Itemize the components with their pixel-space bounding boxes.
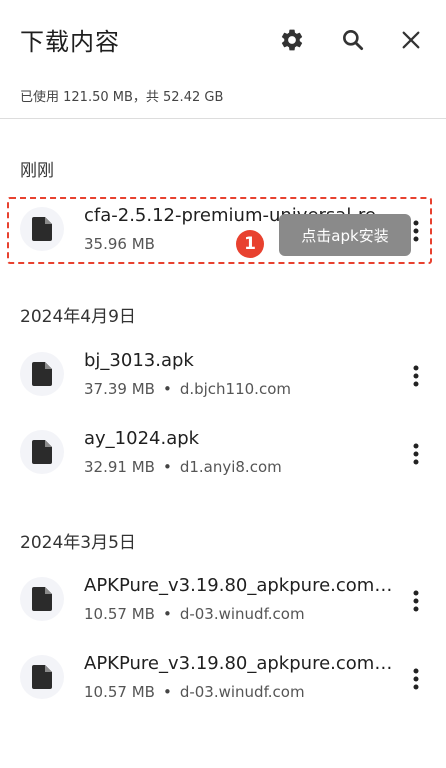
file-name: ay_1024.apk xyxy=(84,428,200,449)
file-size: 37.39 MB xyxy=(84,380,155,398)
section-label-date: 2024年4月9日 xyxy=(20,307,136,327)
file-meta: 37.39 MB • d.bjch110.com xyxy=(84,380,291,398)
file-icon xyxy=(20,430,64,474)
close-icon[interactable] xyxy=(395,24,427,56)
file-name: bj_3013.apk xyxy=(84,350,194,371)
section-label-date: 2024年3月5日 xyxy=(20,533,136,553)
search-icon[interactable] xyxy=(337,24,369,56)
separator-dot: • xyxy=(162,458,172,476)
page-title: 下载内容 xyxy=(20,28,120,56)
file-icon xyxy=(20,655,64,699)
file-meta: 10.57 MB • d-03.winudf.com xyxy=(84,605,305,623)
more-vert-icon[interactable] xyxy=(400,661,432,697)
file-meta: 32.91 MB • d1.anyi8.com xyxy=(84,458,282,476)
separator-dot: • xyxy=(162,605,172,623)
top-app-bar: 下载内容 xyxy=(0,0,446,80)
file-source: d-03.winudf.com xyxy=(179,605,305,623)
tooltip: 点击apk安装 xyxy=(279,214,411,256)
file-size: 32.91 MB xyxy=(84,458,155,476)
more-vert-icon[interactable] xyxy=(400,358,432,394)
file-size: 10.57 MB xyxy=(84,605,155,623)
file-icon xyxy=(20,352,64,396)
separator-dot: • xyxy=(162,683,172,701)
more-vert-icon[interactable] xyxy=(400,436,432,472)
file-icon xyxy=(20,577,64,621)
section-label-just-now: 刚刚 xyxy=(20,161,54,181)
file-name: APKPure_v3.19.80_apkpure.com.apk xyxy=(84,653,394,674)
download-item[interactable]: bj_3013.apk 37.39 MB • d.bjch110.com xyxy=(0,340,446,418)
download-item[interactable]: ay_1024.apk 32.91 MB • d1.anyi8.com xyxy=(0,418,446,496)
settings-gear-icon[interactable] xyxy=(276,24,308,56)
file-size: 10.57 MB xyxy=(84,683,155,701)
download-item[interactable]: APKPure_v3.19.80_apkpure.com.apk 10.57 M… xyxy=(0,565,446,643)
more-vert-icon[interactable] xyxy=(400,583,432,619)
file-source: d.bjch110.com xyxy=(179,380,291,398)
file-source: d-03.winudf.com xyxy=(179,683,305,701)
header-divider xyxy=(0,118,446,119)
file-name: APKPure_v3.19.80_apkpure.com.apk xyxy=(84,575,394,596)
file-meta: 10.57 MB • d-03.winudf.com xyxy=(84,683,305,701)
step-number-badge: 1 xyxy=(236,230,264,258)
storage-usage-text: 已使用 121.50 MB，共 52.42 GB xyxy=(20,90,224,105)
file-source: d1.anyi8.com xyxy=(179,458,282,476)
separator-dot: • xyxy=(162,380,172,398)
download-item[interactable]: APKPure_v3.19.80_apkpure.com.apk 10.57 M… xyxy=(0,643,446,721)
